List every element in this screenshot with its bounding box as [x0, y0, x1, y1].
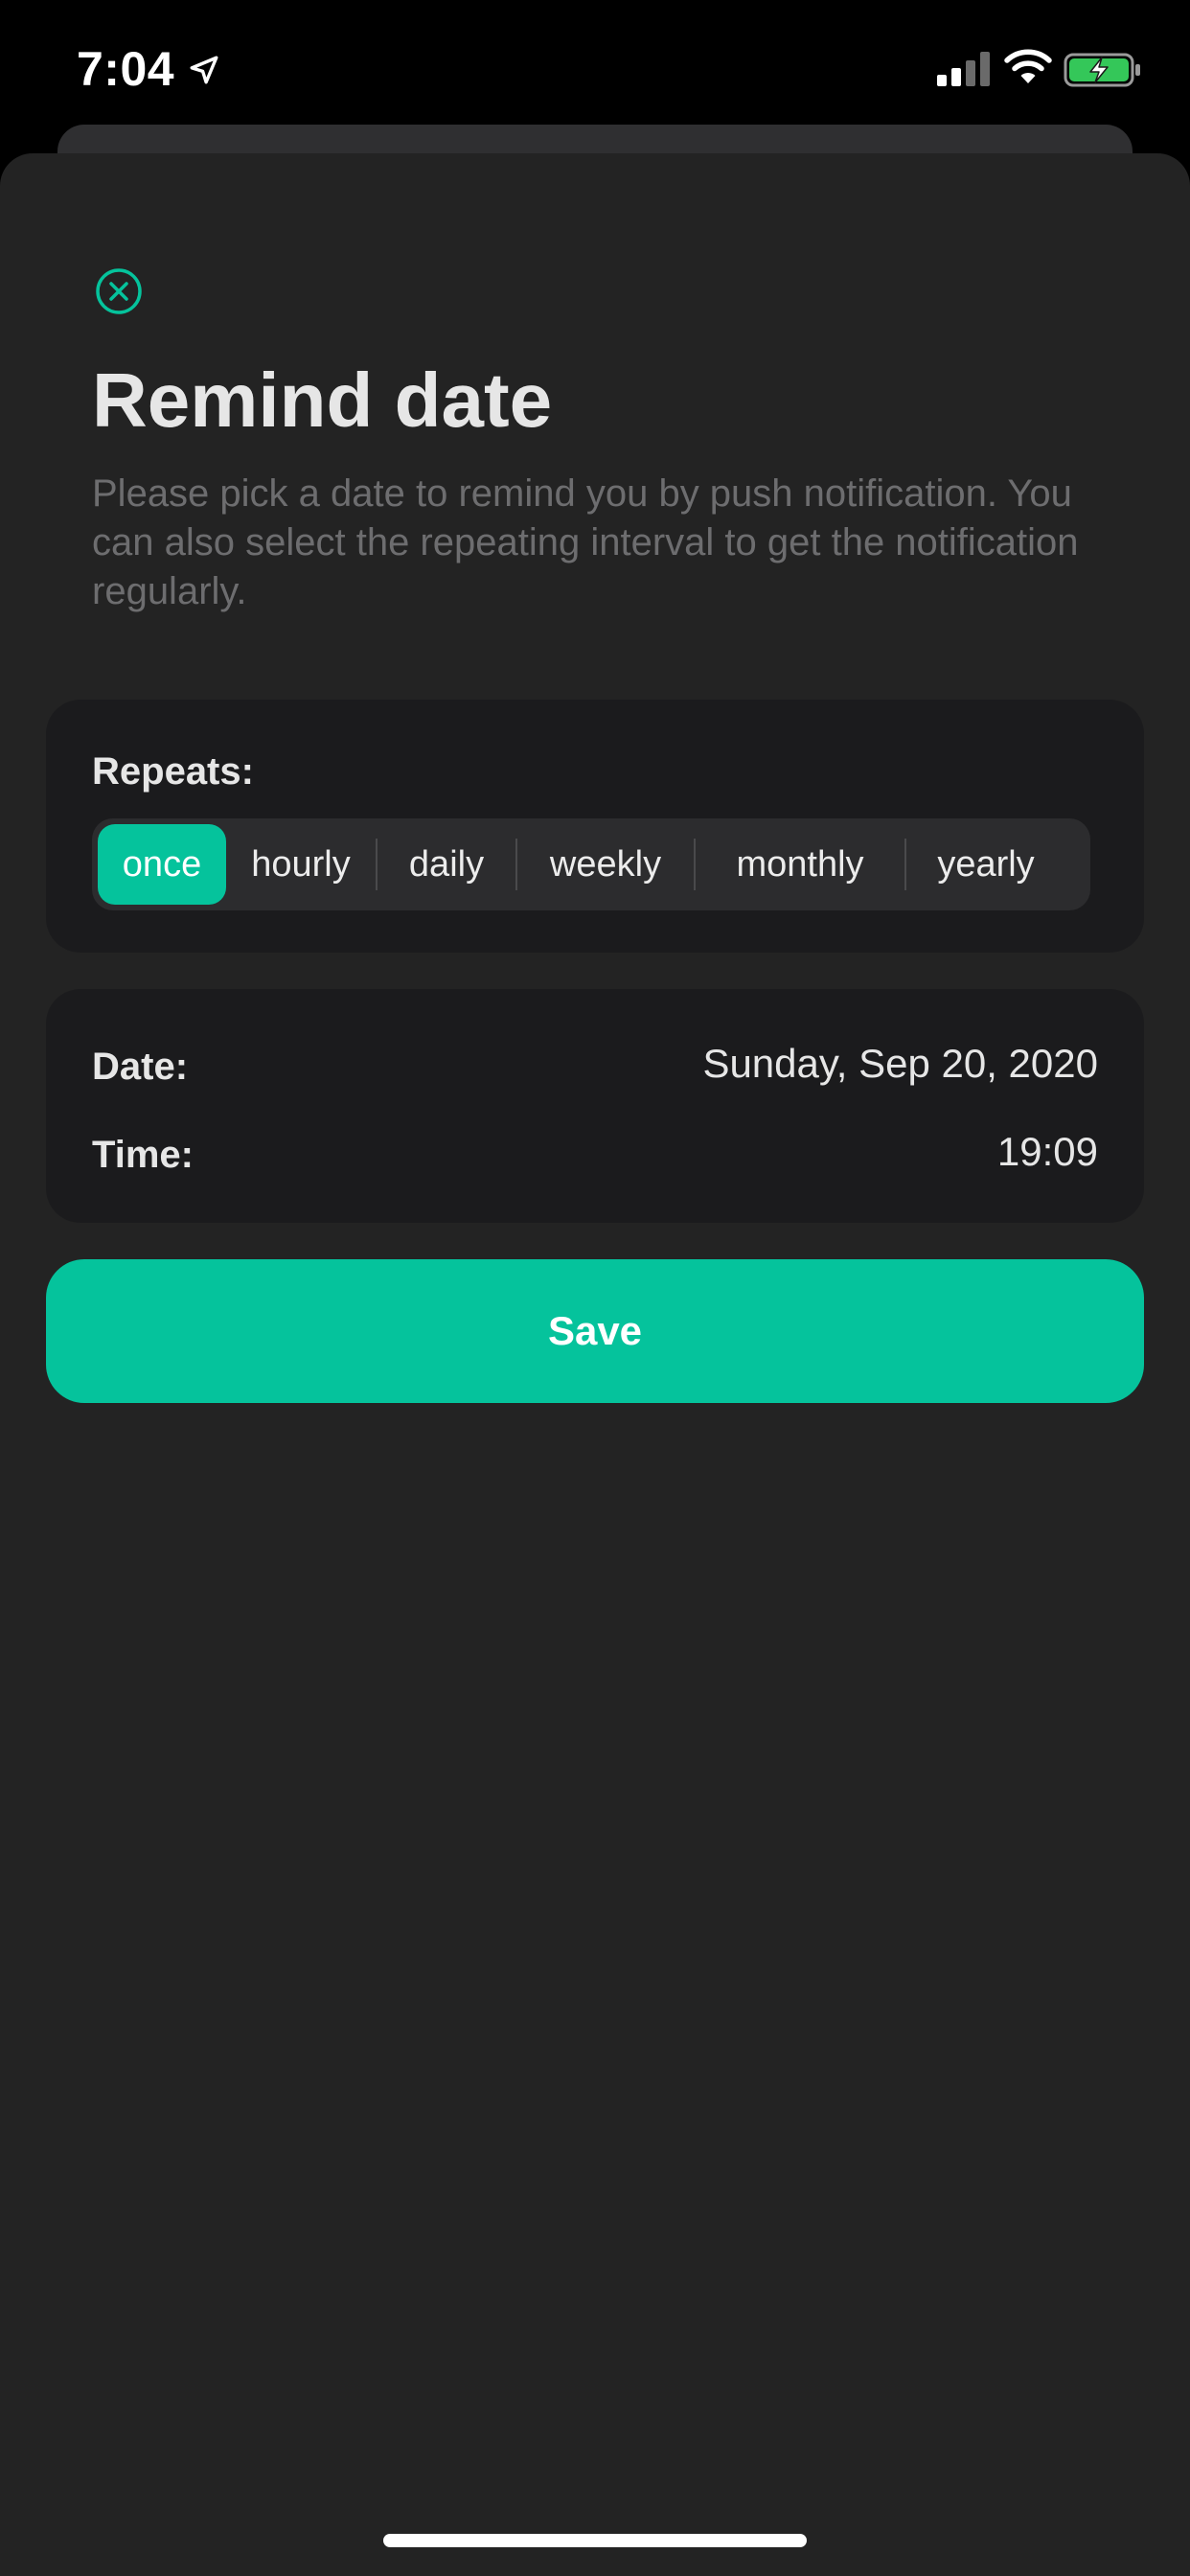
repeats-label: Repeats:: [92, 750, 254, 793]
repeats-segmented-control: once hourly daily weekly monthly yearly: [92, 818, 1090, 910]
time-value[interactable]: 19:09: [997, 1127, 1098, 1177]
page-title: Remind date: [92, 357, 553, 443]
status-time: 7:04: [77, 42, 175, 96]
screen: 7:04 Remind date Please pick a date to r: [0, 0, 1190, 2576]
repeat-option-daily[interactable]: daily: [378, 824, 515, 905]
page-description: Please pick a date to remind you by push…: [92, 472, 1079, 612]
repeat-option-hourly[interactable]: hourly: [226, 824, 376, 905]
status-bar: 7:04: [0, 0, 1190, 126]
save-button[interactable]: Save: [46, 1259, 1144, 1403]
cellular-signal-icon: [937, 52, 990, 86]
home-indicator[interactable]: [383, 2534, 807, 2547]
repeat-option-yearly[interactable]: yearly: [906, 824, 1065, 905]
repeat-option-monthly[interactable]: monthly: [696, 824, 904, 905]
date-label: Date:: [92, 1046, 189, 1088]
location-arrow-icon: [190, 56, 218, 84]
repeats-card: Repeats: once hourly daily weekly monthl…: [46, 700, 1144, 953]
repeat-option-weekly[interactable]: weekly: [517, 824, 694, 905]
repeat-option-once[interactable]: once: [98, 824, 226, 905]
battery-charging-icon: [1064, 53, 1140, 87]
time-label: Time:: [92, 1134, 194, 1176]
datetime-card: Date: Sunday, Sep 20, 2020 Time: 19:09: [46, 989, 1144, 1223]
close-icon[interactable]: [94, 266, 144, 316]
wifi-icon: [1004, 49, 1052, 83]
date-value[interactable]: Sunday, Sep 20, 2020: [702, 1039, 1098, 1089]
